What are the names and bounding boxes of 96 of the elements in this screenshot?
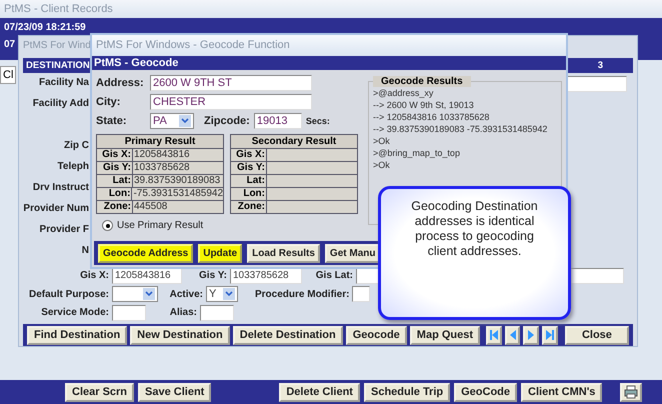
table-cell-text: 1033785628: [133, 162, 191, 174]
caret-icon: [143, 288, 155, 300]
close-button[interactable]: Close: [564, 326, 629, 345]
field-label: Facility Add: [32, 97, 89, 111]
field-label: Zipcode:: [204, 114, 250, 126]
log-line: >Ok: [373, 135, 391, 147]
field-label: Alias:: [168, 307, 197, 318]
table-cell: Zone:: [231, 201, 267, 213]
first-record-button[interactable]: [486, 326, 502, 345]
field-label: Facility Na: [38, 76, 89, 90]
field-label: State:: [96, 114, 128, 126]
header-text: 3: [598, 59, 603, 73]
skip-back-icon: [490, 330, 498, 340]
last-record-button[interactable]: [542, 326, 558, 345]
tab[interactable]: Cl: [0, 66, 16, 84]
toolbar-button[interactable]: Schedule Trip: [364, 382, 450, 402]
dropdown[interactable]: [112, 286, 158, 302]
table-cell: Gis Y:: [231, 162, 267, 174]
input-field[interactable]: [112, 304, 146, 321]
toolbar-button[interactable]: Delete Destination: [232, 326, 343, 345]
table-cell-text: 445508: [133, 201, 168, 213]
field-label: Gis Lat:: [314, 270, 353, 282]
caret-icon: [223, 288, 235, 300]
toolbar-button[interactable]: Geocode: [346, 326, 407, 345]
action-button[interactable]: Load Results: [247, 244, 320, 262]
field-label: Address:: [96, 76, 145, 88]
toolbar-button[interactable]: Save Client: [138, 382, 212, 402]
table-cell: Gis X:: [97, 149, 133, 161]
field-label: Provider F: [40, 223, 89, 237]
address-field[interactable]: 2600 W 9TH ST: [150, 74, 312, 90]
city-field[interactable]: CHESTER: [150, 94, 312, 110]
table-cell: Lat:: [231, 175, 267, 187]
field-label: Gis X:: [79, 270, 109, 282]
toolbar-button[interactable]: Delete Client: [279, 382, 360, 402]
log-line: >Ok: [373, 159, 391, 171]
right-arrow-icon: [528, 330, 534, 340]
field-label: Default Purpose:: [28, 288, 109, 300]
toolbar-button[interactable]: GeoCode: [454, 382, 518, 402]
state-dropdown[interactable]: PA: [150, 112, 194, 128]
field-label: Zip C: [64, 139, 89, 153]
field-label: N: [82, 244, 89, 258]
dropdown[interactable]: Y: [206, 286, 238, 302]
field-label: Gis Y:: [198, 270, 227, 282]
log-line: >@bring_map_to_top: [373, 147, 461, 159]
window-title: PtMS For Windows - Geocode Function: [92, 35, 566, 56]
action-button[interactable]: Geocode Address: [98, 244, 194, 262]
table-cell-text: 39.8375390189083: [133, 175, 222, 187]
log-line: --> 39.8375390189083 -75.3931531485942: [373, 123, 548, 135]
field-label: Procedure Modifier:: [255, 288, 350, 300]
left-arrow-icon: [510, 330, 516, 340]
section-header: PtMS - Geocode: [92, 56, 566, 70]
field-label: Active:: [168, 288, 203, 300]
print-button[interactable]: [620, 382, 642, 402]
panel-title: Geocode Results: [373, 76, 471, 87]
table-cell: Zone:: [97, 201, 133, 213]
window-title: PtMS For Wind: [23, 39, 91, 53]
input-field[interactable]: [565, 76, 627, 92]
field-label: Secs:: [306, 116, 330, 126]
timestamp: 07/23/09 18:21:59: [4, 22, 86, 33]
input-field[interactable]: [200, 304, 234, 321]
toolbar-button[interactable]: New Destination: [130, 326, 230, 345]
action-button[interactable]: Update: [198, 244, 242, 262]
field-label: Provider Num: [23, 202, 89, 216]
skip-forward-icon: [546, 330, 554, 340]
table-cell: Gis Y:: [97, 162, 133, 174]
table-cell-text: 1205843816: [133, 149, 191, 161]
table-header: Secondary Result: [231, 135, 357, 149]
table-cell: Lon:: [97, 188, 132, 200]
log-line: >@address_xy: [373, 87, 434, 99]
table-cell: Gis X:: [231, 149, 267, 161]
next-record-button[interactable]: [523, 326, 540, 345]
toolbar-button[interactable]: Find Destination: [27, 326, 128, 345]
log-line: --> 1205843816 1033785628: [373, 111, 490, 123]
toolbar-button[interactable]: Map Quest: [410, 326, 480, 345]
tooltip-text: Geocoding Destination addresses is identical process to geocoding client addresses.: [410, 199, 539, 259]
field-label: Drv Instruct: [32, 181, 89, 195]
radio-button[interactable]: [102, 220, 113, 231]
table-header: Primary Result: [97, 135, 223, 149]
log-line: --> 2600 W 9th St, 19013: [373, 99, 475, 111]
section-header: DESTINATION: [26, 59, 90, 73]
previous-record-button[interactable]: [504, 326, 520, 345]
toolbar-button[interactable]: Client CMN's: [521, 382, 602, 402]
printer-icon: [624, 385, 638, 399]
table-cell: -75.3931531485942: [132, 188, 223, 200]
input-field[interactable]: [352, 286, 370, 302]
table-cell: Lat:: [97, 175, 133, 187]
caret-icon: [179, 114, 191, 126]
field-label: Teleph: [58, 160, 89, 174]
radio-option[interactable]: Use Primary Result: [96, 220, 204, 231]
zipcode-field[interactable]: 19013: [254, 112, 302, 128]
toolbar-button[interactable]: Clear Scrn: [65, 382, 134, 402]
action-button[interactable]: Get Manu: [324, 244, 380, 262]
table-cell: Lon:: [231, 188, 267, 200]
field-label: Service Mode:: [40, 307, 109, 318]
field-label: City:: [96, 96, 122, 108]
timestamp: 07: [4, 39, 16, 50]
